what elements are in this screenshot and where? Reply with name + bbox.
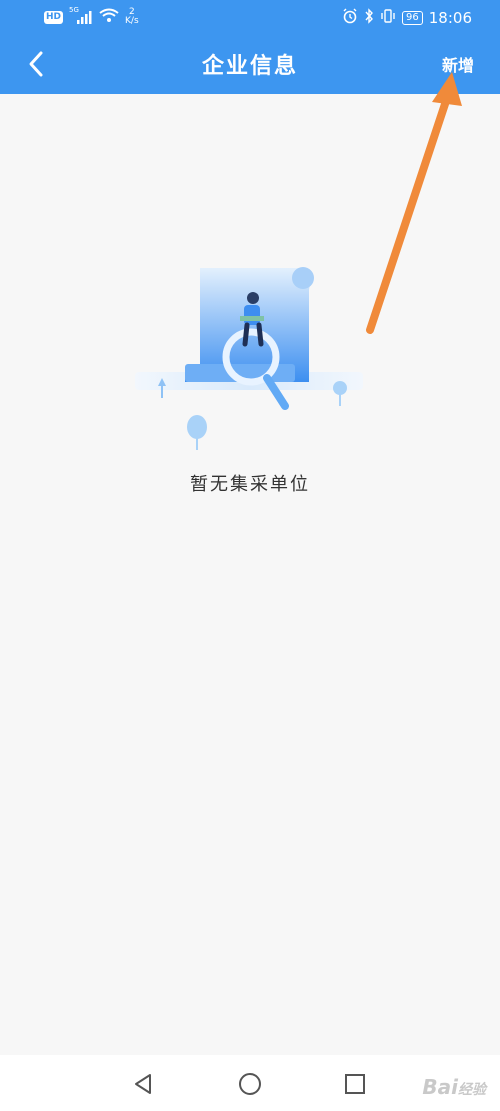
add-button[interactable]: 新增 [442, 52, 474, 76]
status-bar-left: HD 5G 2 K/s [44, 6, 139, 26]
nav-bar: 企业信息 新增 [0, 34, 500, 94]
page-title: 企业信息 [201, 54, 298, 79]
alarm-icon [342, 8, 358, 28]
hd-badge: HD [44, 10, 64, 24]
empty-state-message: 暂无集采单位 [190, 474, 310, 495]
empty-state-illustration [135, 267, 363, 450]
square-recents-icon [345, 1074, 365, 1094]
watermark-suffix: 经验 [458, 1082, 486, 1098]
clock: 18:06 [428, 9, 472, 27]
watermark: Bai经验 [422, 1075, 486, 1099]
signal-icon: 5G [69, 6, 93, 24]
system-recents-button[interactable] [340, 1069, 370, 1099]
net-speed-unit: K/s [125, 16, 139, 26]
system-home-button[interactable] [235, 1069, 265, 1099]
system-back-button[interactable] [128, 1069, 158, 1099]
bluetooth-icon [364, 8, 374, 28]
net-speed: 2 K/s [125, 8, 139, 26]
battery-indicator: 96 [402, 11, 423, 25]
app-header: HD 5G 2 K/s 96 18:06 企业信息 新增 [0, 0, 500, 94]
status-bar-right: 96 18:06 [342, 8, 472, 28]
triangle-back-icon [135, 1074, 151, 1094]
status-bar: HD 5G 2 K/s 96 18:06 [0, 0, 500, 34]
watermark-brand: Bai [422, 1075, 458, 1099]
circle-home-icon [239, 1073, 261, 1095]
wifi-icon [99, 8, 119, 26]
signal-tag: 5G [69, 6, 79, 14]
vibrate-icon [380, 8, 396, 28]
